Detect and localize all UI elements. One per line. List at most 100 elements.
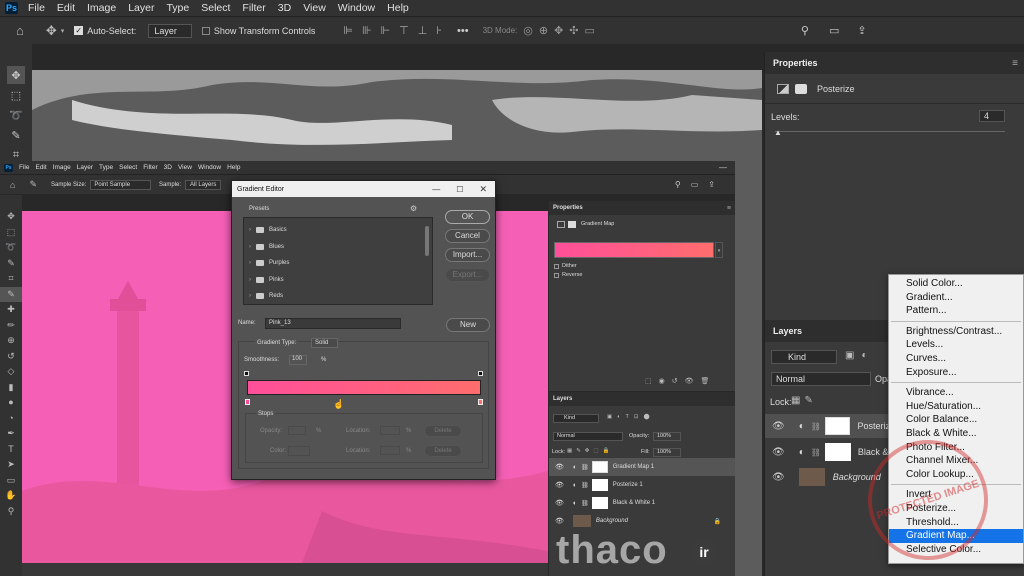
inner-menu-edit[interactable]: Edit [32, 164, 49, 171]
preset-folder[interactable]: › Reds [244, 288, 432, 305]
inner-menu-window[interactable]: Window [195, 164, 224, 171]
move-tool-icon[interactable]: ✥ [0, 209, 22, 225]
inner-menu-filter[interactable]: Filter [140, 164, 160, 171]
delete-button-2[interactable]: Delete [424, 445, 462, 457]
filter-icons[interactable]: ▣◐T⊡⬤ [607, 414, 655, 420]
minimize-icon[interactable]: — [432, 185, 440, 194]
dither-checkbox[interactable] [554, 263, 559, 269]
blur-tool-icon[interactable]: ● [0, 395, 22, 411]
marquee-tool-icon[interactable]: ⬚ [7, 86, 25, 104]
home-icon[interactable]: ⌂ [16, 23, 24, 38]
healing-tool-icon[interactable]: ✚ [0, 302, 22, 318]
crop-tool-icon[interactable]: ⌗ [0, 271, 22, 287]
brush-tool-icon[interactable]: ✏ [0, 318, 22, 334]
menu-item-curves[interactable]: Curves... [889, 352, 1023, 366]
sample-dropdown[interactable]: All Layers [185, 179, 222, 190]
chevron-right-icon[interactable]: › [249, 260, 251, 266]
properties-tab[interactable]: Properties [773, 58, 818, 68]
eye-icon[interactable]: 👁 [555, 499, 564, 507]
lasso-tool-icon[interactable]: ➰ [0, 240, 22, 256]
levels-input[interactable]: 4 [979, 110, 1005, 122]
stamp-tool-icon[interactable]: ⊕ [0, 333, 22, 349]
inner-properties-tab[interactable]: Properties [553, 205, 583, 211]
photoshop-logo[interactable]: Ps [5, 2, 18, 14]
minimize-icon[interactable]: — [719, 163, 727, 172]
layer-row[interactable]: 👁 ◐ ⛓ Posterize 1 [549, 476, 735, 494]
cancel-button[interactable]: Cancel [445, 229, 490, 243]
lasso-tool-icon[interactable]: ➰ [7, 106, 25, 124]
levels-slider[interactable] [775, 131, 1005, 132]
menu-item-hue-saturation[interactable]: Hue/Saturation... [889, 400, 1023, 414]
eye-icon[interactable]: 👁 [772, 472, 785, 483]
layers-tab[interactable]: Layers [773, 326, 802, 336]
preset-folder[interactable]: › Basics [244, 222, 432, 239]
history-tool-icon[interactable]: ↺ [0, 349, 22, 365]
eyedropper-icon[interactable]: ✎ [29, 179, 37, 190]
name-input[interactable]: Pink_13 [265, 318, 401, 329]
menu-image[interactable]: Image [81, 2, 122, 14]
search-icon[interactable]: ⚲▭⇪ [675, 180, 725, 189]
maximize-icon[interactable]: ☐ [456, 185, 463, 194]
share-icon[interactable]: ⇪ [857, 24, 866, 37]
opacity-stop-left[interactable] [244, 371, 249, 376]
marquee-tool-icon[interactable]: ⬚ [0, 225, 22, 241]
properties-footer-icons[interactable]: ⬚◉↺👁🗑 [645, 377, 716, 385]
preset-folder[interactable]: › Purples [244, 255, 432, 272]
opacity-input[interactable] [288, 426, 306, 435]
menu-item-gradient[interactable]: Gradient... [889, 291, 1023, 305]
menu-view[interactable]: View [297, 2, 332, 14]
path-tool-icon[interactable]: ➤ [0, 457, 22, 473]
move-tool-icon[interactable]: ✥ [7, 66, 25, 84]
presets-list[interactable]: › Basics › Blues › Purples › Pinks › Reds [243, 217, 433, 305]
location-input[interactable] [380, 426, 400, 435]
color-stop-right[interactable] [478, 399, 483, 405]
filter-icons[interactable]: ▣◐ [845, 350, 875, 361]
import-button[interactable]: Import... [445, 248, 490, 262]
gradient-type-dropdown[interactable]: Solid [311, 338, 339, 348]
chevron-right-icon[interactable]: › [249, 277, 251, 283]
quick-select-tool-icon[interactable]: ✎ [0, 256, 22, 272]
inner-menu-image[interactable]: Image [50, 164, 74, 171]
menu-filter[interactable]: Filter [236, 2, 271, 14]
show-transform-checkbox[interactable] [201, 26, 210, 35]
layer-row[interactable]: 👁 ◐ ⛓ Posteriz [765, 414, 890, 438]
inner-menu-help[interactable]: Help [224, 164, 243, 171]
menu-type[interactable]: Type [160, 2, 195, 14]
export-button[interactable]: Export... [445, 268, 490, 282]
inner-menu-3d[interactable]: 3D [161, 164, 175, 171]
new-button[interactable]: New [446, 318, 490, 332]
auto-select-dropdown[interactable]: Layer [148, 23, 192, 38]
chevron-right-icon[interactable]: › [249, 227, 251, 233]
inner-menu-type[interactable]: Type [96, 164, 116, 171]
eye-icon[interactable]: 👁 [555, 517, 564, 525]
reverse-checkbox[interactable] [554, 272, 559, 278]
menu-window[interactable]: Window [332, 2, 381, 14]
gear-icon[interactable]: ⚙ [410, 204, 417, 213]
shape-tool-icon[interactable]: ▭ [0, 473, 22, 489]
fill-value[interactable]: 100% [653, 448, 681, 457]
workspace-icon[interactable]: ▭ [829, 24, 839, 37]
panel-menu-icon[interactable]: ≡ [1012, 58, 1018, 69]
menu-3d[interactable]: 3D [272, 2, 297, 14]
chevron-right-icon[interactable]: › [249, 244, 251, 250]
menu-item-levels[interactable]: Levels... [889, 338, 1023, 352]
zoom-tool-icon[interactable]: ⚲ [0, 504, 22, 520]
menu-item-exposure[interactable]: Exposure... [889, 366, 1023, 380]
preset-folder[interactable]: › Blues [244, 239, 432, 256]
gradient-preview[interactable] [554, 242, 714, 258]
lock-icons[interactable]: ▦✎✥⬚🔒 [567, 448, 613, 454]
delete-button[interactable]: Delete [424, 425, 462, 437]
menu-item-brightness-contrast[interactable]: Brightness/Contrast... [889, 325, 1023, 339]
close-icon[interactable]: ✕ [479, 184, 487, 195]
layer-row[interactable]: 👁 ◐ ⛓ Black & [765, 440, 890, 464]
kind-filter[interactable]: Kind [771, 350, 837, 364]
location-input-2[interactable] [380, 446, 400, 455]
smoothness-input[interactable]: 100 [289, 355, 307, 365]
menu-layer[interactable]: Layer [122, 2, 160, 14]
more-icon[interactable]: ••• [457, 25, 469, 37]
menu-item-color-balance[interactable]: Color Balance... [889, 413, 1023, 427]
3d-icons[interactable]: ◎⊕✥✣▭ [523, 24, 601, 37]
color-swatch[interactable] [288, 446, 310, 456]
gradient-tool-icon[interactable]: ▮ [0, 380, 22, 396]
home-icon[interactable]: ⌂ [10, 180, 15, 190]
